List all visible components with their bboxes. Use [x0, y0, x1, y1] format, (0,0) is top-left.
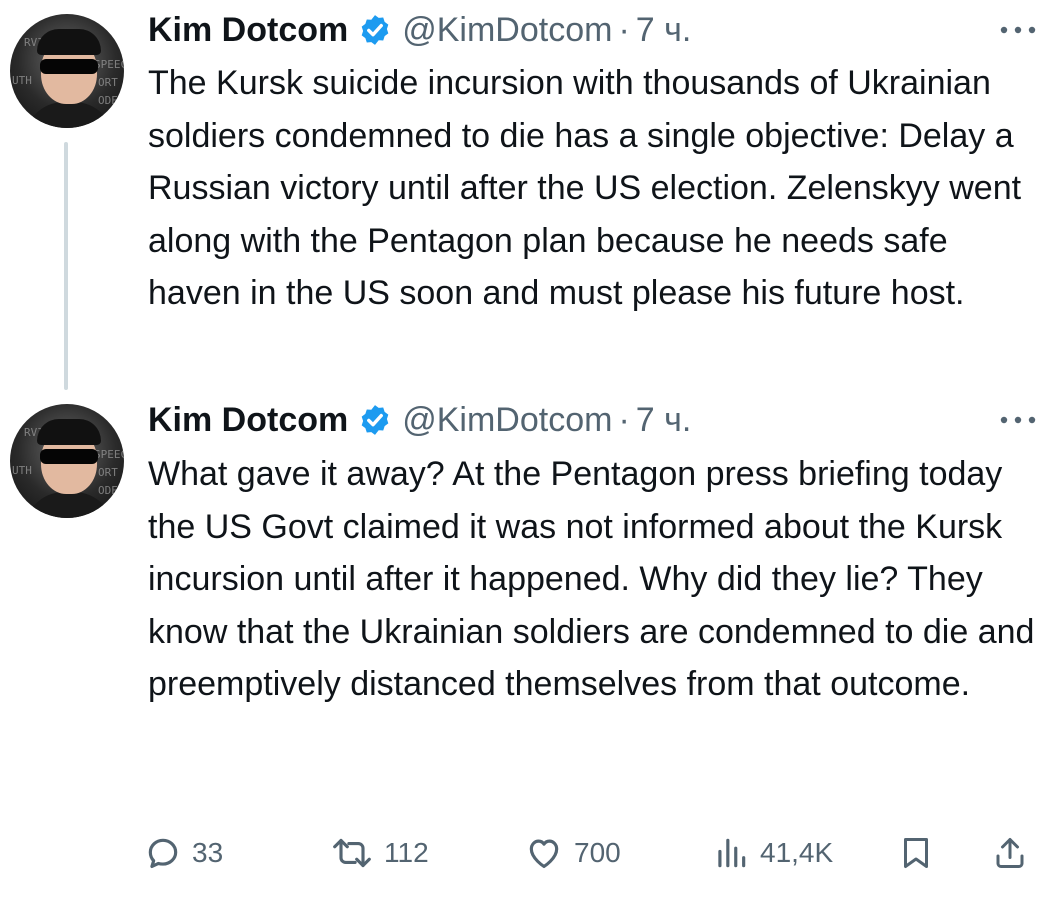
- views-bar-chart-icon: [718, 838, 746, 868]
- avatar-text: UTH: [12, 464, 32, 477]
- bookmark-button[interactable]: [898, 828, 934, 878]
- views-button[interactable]: 41,4K: [712, 828, 833, 878]
- header-separator: ·: [618, 400, 630, 439]
- avatar-figure-hat: [37, 419, 101, 445]
- thread-connector-line: [64, 142, 68, 390]
- avatar-text: SPEEC: [94, 448, 124, 461]
- avatar-text: ODEC: [98, 94, 124, 107]
- avatar[interactable]: RVIS UTH SPEEC ORT ODEC: [10, 14, 124, 128]
- avatar-text: ORT: [98, 466, 118, 479]
- repost-count: 112: [384, 837, 429, 868]
- like-count: 700: [574, 837, 621, 868]
- avatar-figure-sunglasses: [40, 449, 98, 464]
- author-name[interactable]: Kim Dotcom: [148, 401, 348, 440]
- verified-badge-icon: [361, 405, 389, 435]
- tweet-timestamp[interactable]: 7 ч.: [636, 11, 692, 50]
- avatar-text: ORT: [98, 76, 118, 89]
- reply-count: 33: [192, 837, 224, 868]
- share-button[interactable]: [992, 828, 1028, 878]
- tweet-text: The Kursk suicide incursion with thousan…: [148, 64, 1022, 312]
- like-button[interactable]: 700: [524, 828, 621, 878]
- avatar-figure-hat: [37, 29, 101, 55]
- header-separator: ·: [618, 10, 630, 49]
- tweet-header: Kim Dotcom @KimDotcom · 7 ч.: [148, 398, 1044, 442]
- tweet-header: Kim Dotcom @KimDotcom · 7 ч.: [148, 8, 1044, 52]
- reply-bubble-icon: [148, 838, 178, 869]
- avatar-text: SPEEC: [94, 58, 124, 71]
- author-handle[interactable]: @KimDotcom: [402, 401, 612, 440]
- author-handle[interactable]: @KimDotcom: [402, 11, 612, 50]
- repost-arrows-icon: [333, 838, 371, 868]
- share-upload-icon: [996, 838, 1024, 868]
- bookmark-icon: [904, 838, 928, 868]
- author-name[interactable]: Kim Dotcom: [148, 11, 348, 50]
- more-dots-icon[interactable]: [996, 20, 1040, 40]
- tweet-timestamp[interactable]: 7 ч.: [636, 401, 692, 440]
- tweet-text: What gave it away? At the Pentagon press…: [148, 455, 1035, 703]
- more-dots-icon[interactable]: [996, 410, 1040, 430]
- verified-badge-icon: [361, 15, 389, 45]
- views-count: 41,4K: [760, 837, 834, 868]
- avatar-figure-sunglasses: [40, 59, 98, 74]
- heart-icon: [529, 839, 559, 869]
- avatar-text: ODEC: [98, 484, 124, 497]
- reply-button[interactable]: 33: [144, 828, 223, 878]
- repost-button[interactable]: 112: [330, 828, 429, 878]
- avatar-text: UTH: [12, 74, 32, 87]
- tweet-action-bar: 33 112 700 41,4K: [140, 828, 1040, 878]
- avatar[interactable]: RVIS UTH SPEEC ORT ODEC: [10, 404, 124, 518]
